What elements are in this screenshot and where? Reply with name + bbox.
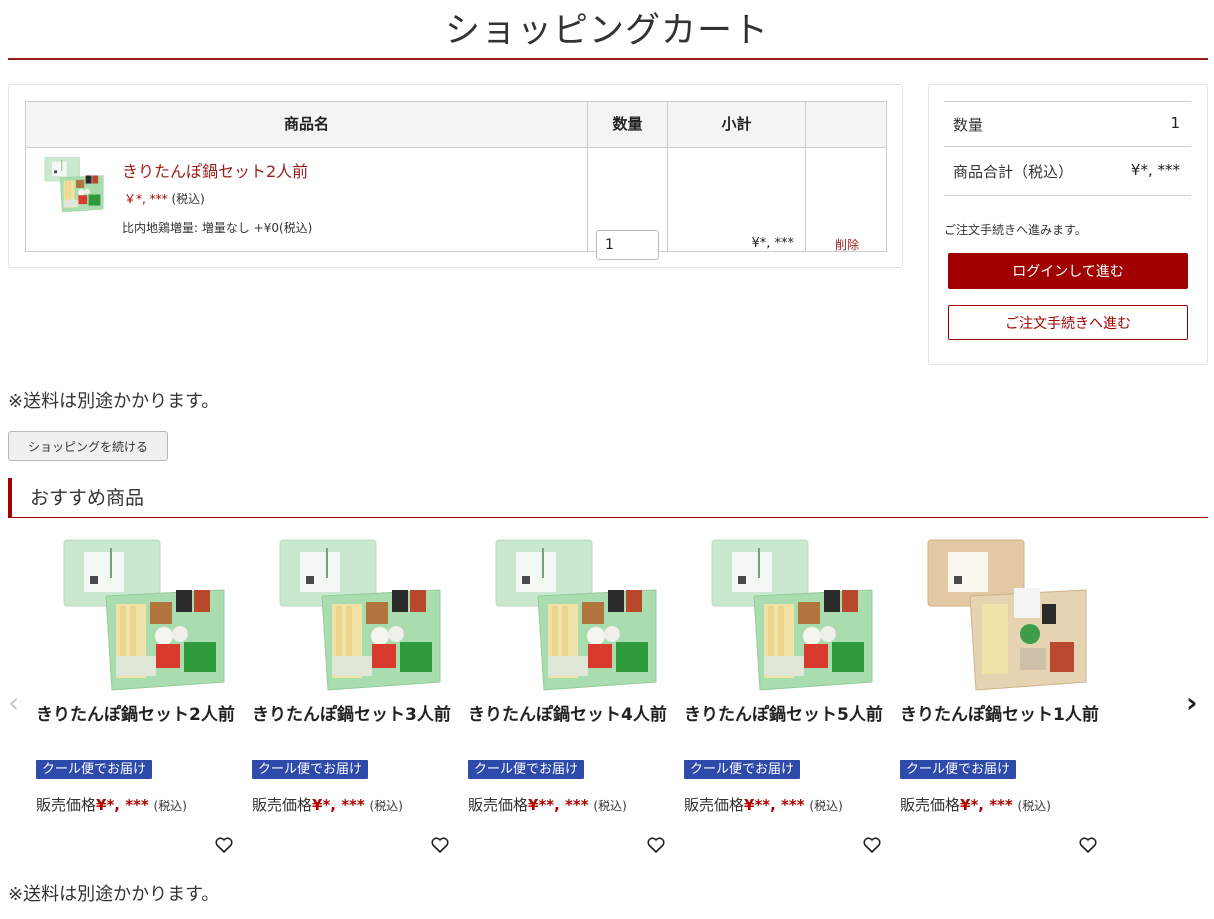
- cool-delivery-badge: クール便でお届け: [36, 760, 153, 779]
- product-price: 販売価格¥*, *** (税込): [252, 794, 403, 815]
- product-card[interactable]: きりたんぽ鍋セット4人前 クール便でお届け 販売価格¥**, *** (税込): [468, 530, 668, 860]
- product-image[interactable]: [910, 538, 1090, 694]
- product-card[interactable]: きりたんぽ鍋セット5人前 クール便でお届け 販売価格¥**, *** (税込): [684, 530, 884, 860]
- product-image[interactable]: [46, 538, 226, 694]
- price-value: ¥*, ***: [960, 796, 1013, 814]
- heart-icon[interactable]: [862, 835, 882, 855]
- product-thumbnail[interactable]: [38, 156, 104, 214]
- heart-icon[interactable]: [1078, 835, 1098, 855]
- cool-delivery-badge: クール便でお届け: [684, 760, 801, 779]
- chevron-left-icon[interactable]: ‹: [8, 686, 19, 719]
- price-label: 販売価格: [252, 796, 313, 814]
- product-price: 販売価格¥**, *** (税込): [684, 794, 843, 815]
- table-header: 商品名 数量 小計: [26, 102, 886, 148]
- cool-delivery-badge: クール便でお届け: [252, 760, 369, 779]
- tax-label: (税込): [593, 799, 627, 813]
- login-checkout-button[interactable]: ログインして進む: [948, 253, 1188, 289]
- product-option: 比内地鶏増量: 増量なし +¥0(税込): [122, 221, 313, 235]
- summary-divider: [944, 195, 1191, 196]
- product-image[interactable]: [262, 538, 442, 694]
- product-name-link[interactable]: きりたんぽ鍋セット2人前: [122, 158, 308, 182]
- product-name[interactable]: きりたんぽ鍋セット3人前: [252, 704, 452, 726]
- product-image[interactable]: [478, 538, 658, 694]
- product-price: 販売価格¥*, *** (税込): [36, 794, 187, 815]
- header-subtotal: 小計: [721, 115, 752, 133]
- title-divider: [8, 58, 1208, 60]
- tax-label: (税込): [153, 799, 187, 813]
- quantity-input[interactable]: [596, 230, 659, 260]
- price-label: 販売価格: [684, 796, 745, 814]
- product-name[interactable]: きりたんぽ鍋セット2人前: [36, 704, 236, 726]
- summary-qty-value: 1: [1170, 114, 1180, 132]
- header-action: [806, 102, 886, 147]
- cool-delivery-badge: クール便でお届け: [900, 760, 1017, 779]
- summary-divider: [944, 146, 1191, 147]
- header-product-name: 商品名: [283, 115, 329, 133]
- price-label: 販売価格: [468, 796, 529, 814]
- section-accent-bar: [8, 478, 12, 518]
- header-quantity: 数量: [612, 115, 643, 133]
- heart-icon[interactable]: [430, 835, 450, 855]
- product-name[interactable]: きりたんぽ鍋セット1人前: [900, 704, 1100, 726]
- product-price: ￥*, *** (税込): [124, 190, 205, 207]
- summary-divider: [944, 101, 1191, 102]
- product-card[interactable]: きりたんぽ鍋セット3人前 クール便でお届け 販売価格¥*, *** (税込): [252, 530, 452, 860]
- product-price: 販売価格¥**, *** (税込): [468, 794, 627, 815]
- recommend-title: おすすめ商品: [30, 487, 145, 509]
- product-price-value: ￥*, ***: [124, 192, 168, 206]
- summary-qty-label: 数量: [953, 116, 984, 134]
- chevron-right-icon[interactable]: ›: [1186, 686, 1198, 719]
- section-divider: [8, 517, 1208, 518]
- tax-label: (税込): [1017, 799, 1051, 813]
- price-value: ¥*, ***: [96, 796, 149, 814]
- product-image[interactable]: [694, 538, 874, 694]
- table-row: きりたんぽ鍋セット2人前 ￥*, *** (税込) 比内地鶏増量: 増量なし +…: [26, 148, 888, 260]
- cool-delivery-badge: クール便でお届け: [468, 760, 585, 779]
- delete-link[interactable]: 削除: [806, 236, 888, 253]
- checkout-note: ご注文手続きへ進みます。: [944, 223, 1087, 237]
- shipping-note-bottom: ※送料は別途かかります。: [8, 884, 220, 905]
- price-label: 販売価格: [900, 796, 961, 814]
- summary-total-value: ¥*, ***: [1130, 161, 1180, 179]
- product-card[interactable]: きりたんぽ鍋セット2人前 クール便でお届け 販売価格¥*, *** (税込): [36, 530, 236, 860]
- summary-total-label: 商品合計（税込）: [953, 163, 1074, 181]
- tax-label: (税込): [809, 799, 843, 813]
- heart-icon[interactable]: [214, 835, 234, 855]
- product-price: 販売価格¥*, *** (税込): [900, 794, 1051, 815]
- guest-checkout-button[interactable]: ご注文手続きへ進む: [948, 305, 1188, 340]
- tax-label: (税込): [171, 192, 205, 206]
- price-label: 販売価格: [36, 796, 97, 814]
- product-card[interactable]: きりたんぽ鍋セット1人前 クール便でお届け 販売価格¥*, *** (税込): [900, 530, 1100, 860]
- product-name[interactable]: きりたんぽ鍋セット5人前: [684, 704, 884, 726]
- continue-shopping-button[interactable]: ショッピングを続ける: [8, 431, 168, 461]
- product-name[interactable]: きりたんぽ鍋セット4人前: [468, 704, 668, 726]
- price-value: ¥*, ***: [312, 796, 365, 814]
- page-title: ショッピングカート: [444, 11, 769, 51]
- shipping-note: ※送料は別途かかります。: [8, 391, 220, 412]
- price-value: ¥**, ***: [744, 796, 805, 814]
- tax-label: (税込): [369, 799, 403, 813]
- item-subtotal: ¥*, ***: [751, 236, 794, 251]
- heart-icon[interactable]: [646, 835, 666, 855]
- price-value: ¥**, ***: [528, 796, 589, 814]
- cart-table: 商品名 数量 小計 きりたんぽ鍋セット2人前 ￥*, *** (税込) 比内地鶏…: [25, 101, 888, 260]
